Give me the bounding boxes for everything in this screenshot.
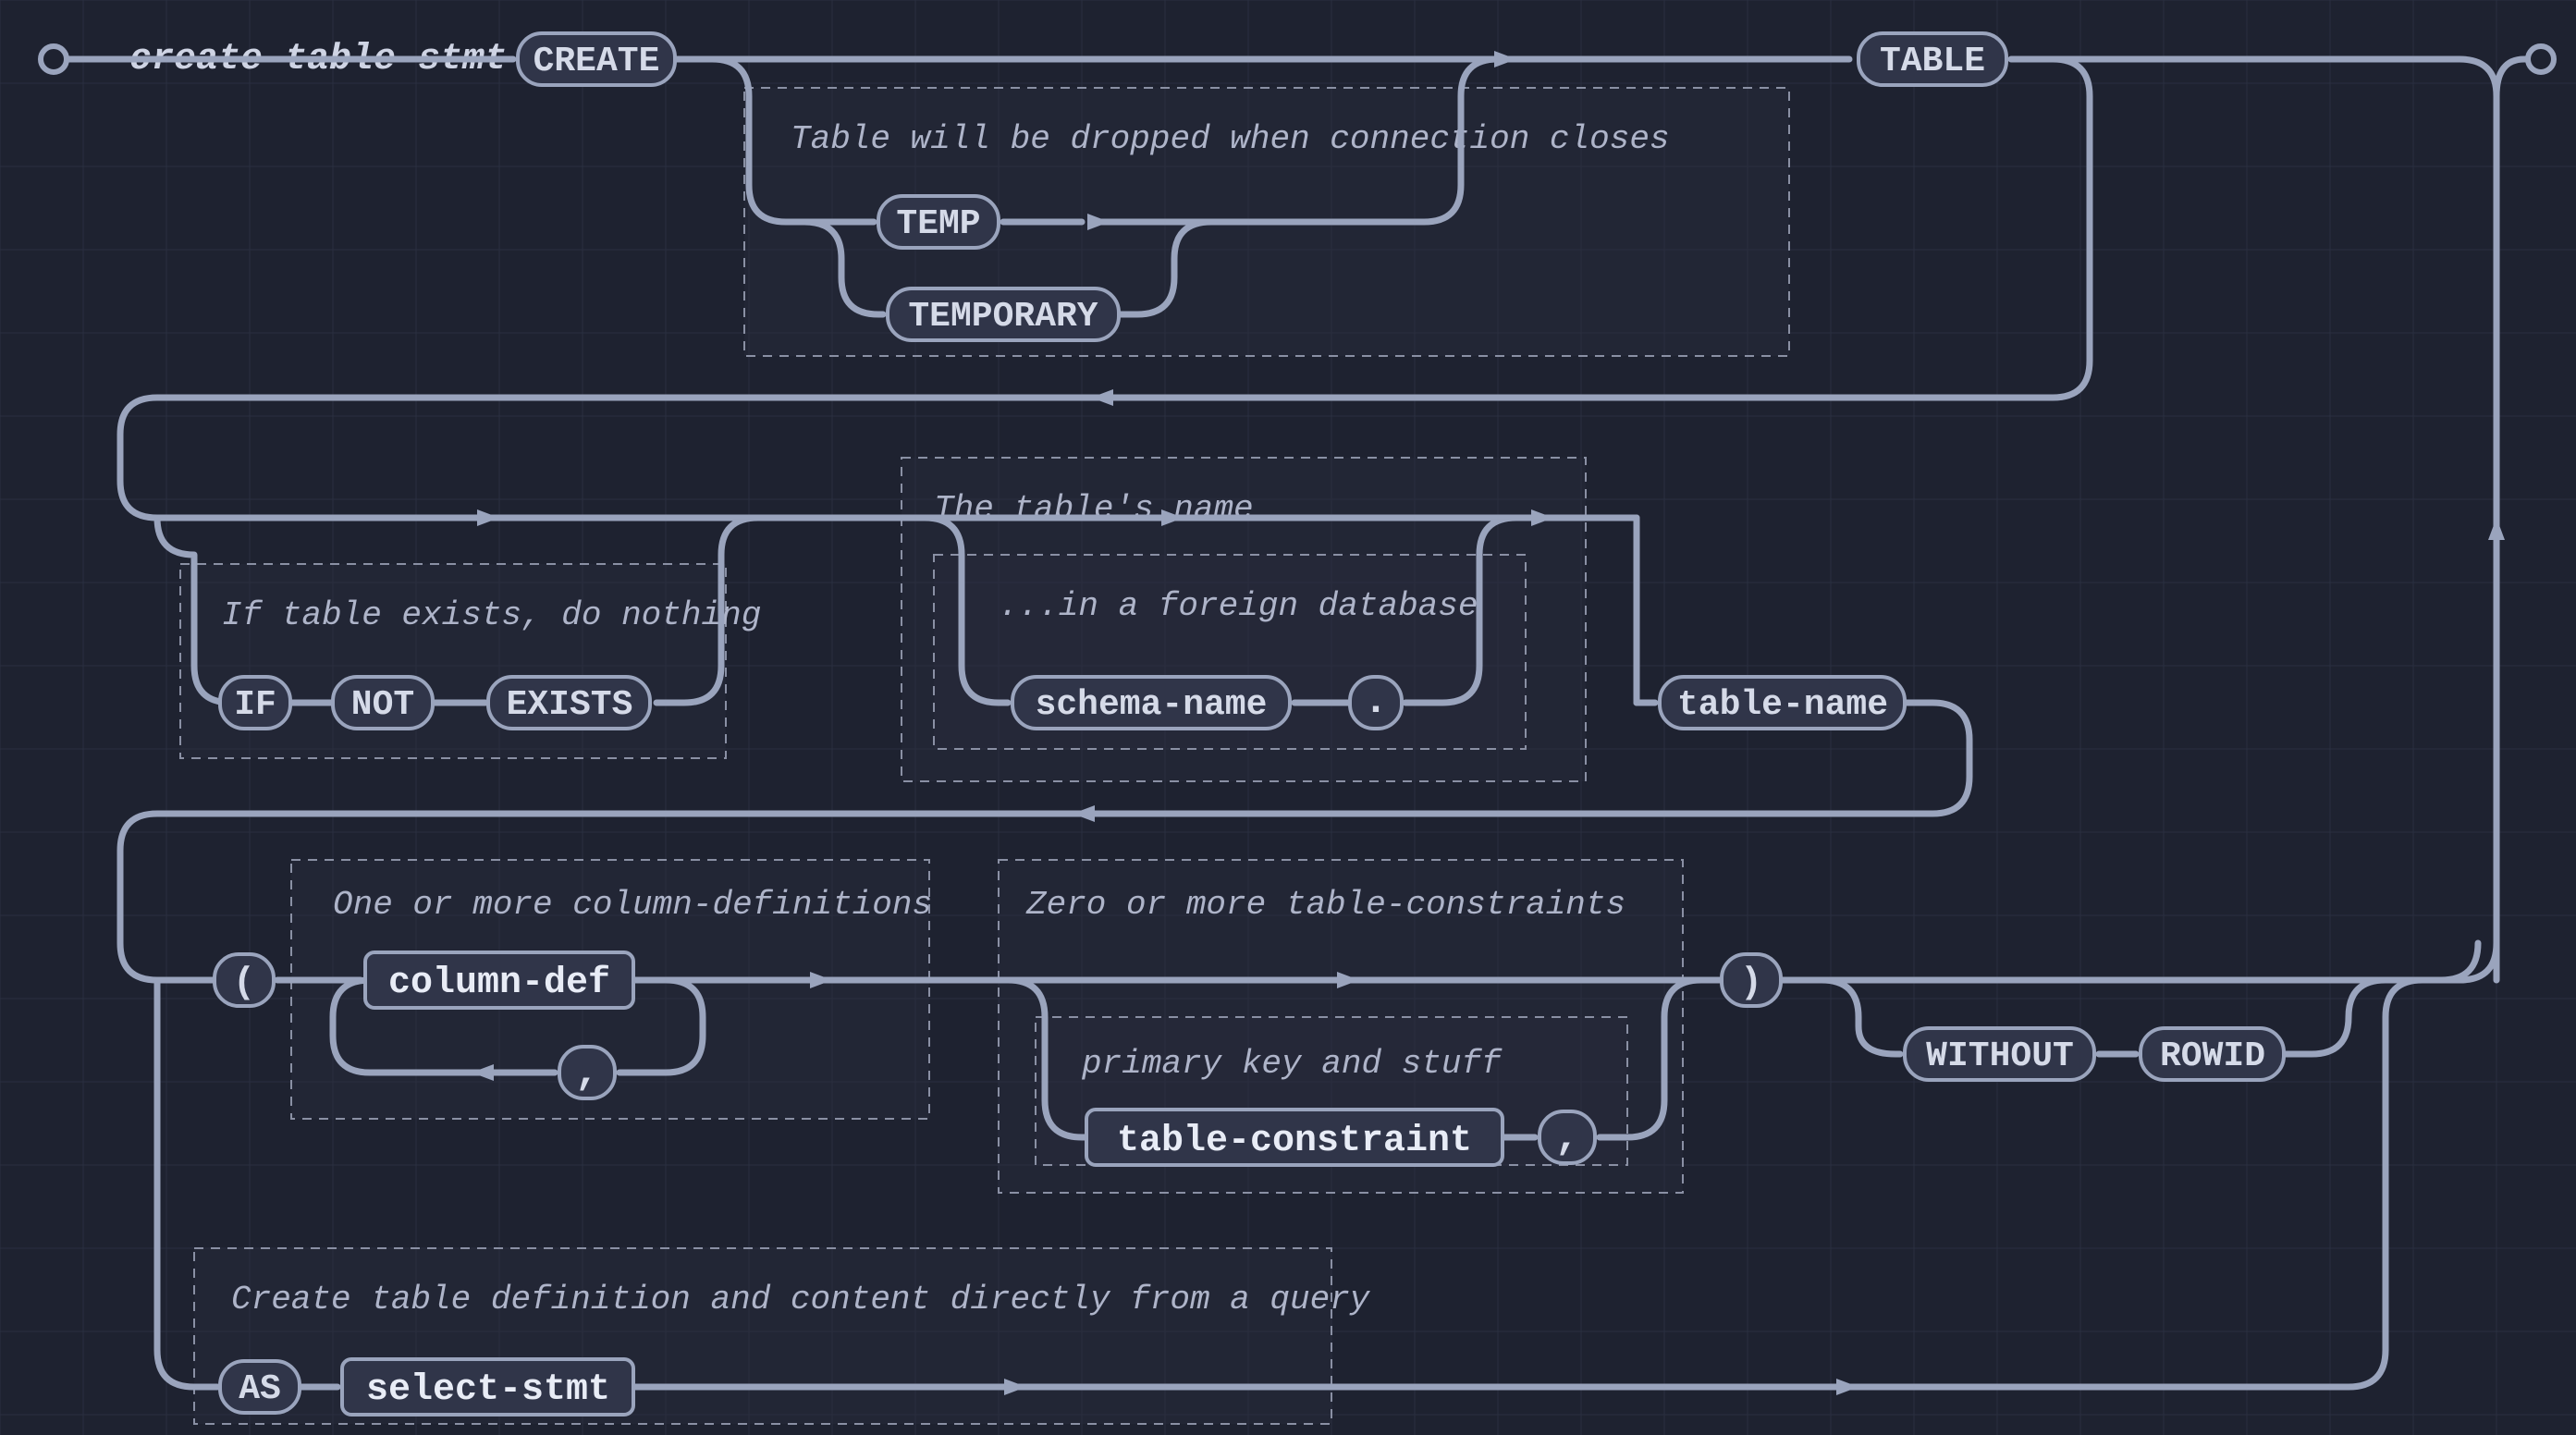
- nonterminal-table-name: table-name: [1660, 677, 1905, 729]
- svg-text:EXISTS: EXISTS: [507, 685, 633, 725]
- keyword-without: WITHOUT: [1905, 1028, 2094, 1080]
- svg-text:column-def: column-def: [388, 963, 610, 1004]
- svg-text:,: ,: [1555, 1115, 1579, 1161]
- svg-text:TEMPORARY: TEMPORARY: [908, 297, 1098, 337]
- nonterminal-table-constraint: table-constraint: [1086, 1110, 1503, 1165]
- tablename-comment: The table's name: [934, 490, 1254, 528]
- svg-text:NOT: NOT: [351, 685, 414, 725]
- keyword-temporary: TEMPORARY: [888, 288, 1119, 340]
- keyword-lparen: (: [215, 954, 274, 1006]
- keyword-create: CREATE: [518, 33, 675, 85]
- svg-text:table-name: table-name: [1677, 685, 1888, 725]
- railroad-diagram: create-table-stmt Table will be dropped …: [0, 0, 2576, 1435]
- keyword-comma-coldef: ,: [559, 1047, 615, 1098]
- svg-text:table-constraint: table-constraint: [1117, 1121, 1472, 1162]
- coldef-comment: One or more column-definitions: [333, 886, 932, 924]
- temp-comment: Table will be dropped when connection cl…: [791, 120, 1670, 158]
- keyword-comma-tconstraint: ,: [1539, 1111, 1595, 1163]
- keyword-as: AS: [220, 1361, 300, 1413]
- svg-text:AS: AS: [239, 1369, 281, 1409]
- ifexists-comment: If table exists, do nothing: [222, 596, 761, 634]
- svg-text:): ): [1740, 963, 1762, 1004]
- as-comment: Create table definition and content dire…: [231, 1281, 1371, 1318]
- keyword-if: IF: [220, 677, 290, 729]
- svg-text:TEMP: TEMP: [896, 204, 980, 244]
- keyword-rparen: ): [1722, 954, 1781, 1006]
- end-terminal: [2528, 46, 2554, 72]
- svg-text:.: .: [1364, 679, 1388, 725]
- svg-text:TABLE: TABLE: [1880, 42, 1985, 81]
- svg-text:schema-name: schema-name: [1036, 685, 1268, 725]
- tconstraint-outer-comment: Zero or more table-constraints: [1025, 886, 1625, 924]
- svg-text:(: (: [233, 963, 255, 1004]
- keyword-table: TABLE: [1858, 33, 2006, 85]
- svg-text:WITHOUT: WITHOUT: [1926, 1036, 2074, 1076]
- svg-text:select-stmt: select-stmt: [366, 1369, 610, 1411]
- svg-text:ROWID: ROWID: [2160, 1036, 2265, 1076]
- start-terminal: [41, 46, 67, 72]
- keyword-dot: .: [1350, 677, 1402, 729]
- keyword-not: NOT: [333, 677, 433, 729]
- keyword-temp: TEMP: [878, 196, 999, 248]
- keyword-rowid: ROWID: [2141, 1028, 2284, 1080]
- keyword-exists: EXISTS: [488, 677, 650, 729]
- nonterminal-schema-name: schema-name: [1012, 677, 1290, 729]
- svg-text:CREATE: CREATE: [534, 42, 660, 81]
- schema-comment: ...in a foreign database: [999, 587, 1478, 625]
- nonterminal-select-stmt: select-stmt: [342, 1359, 633, 1415]
- svg-text:,: ,: [575, 1050, 599, 1097]
- svg-text:IF: IF: [234, 685, 276, 725]
- nonterminal-column-def: column-def: [365, 952, 633, 1008]
- tconstraint-inner-comment: primary key and stuff: [1081, 1045, 1503, 1083]
